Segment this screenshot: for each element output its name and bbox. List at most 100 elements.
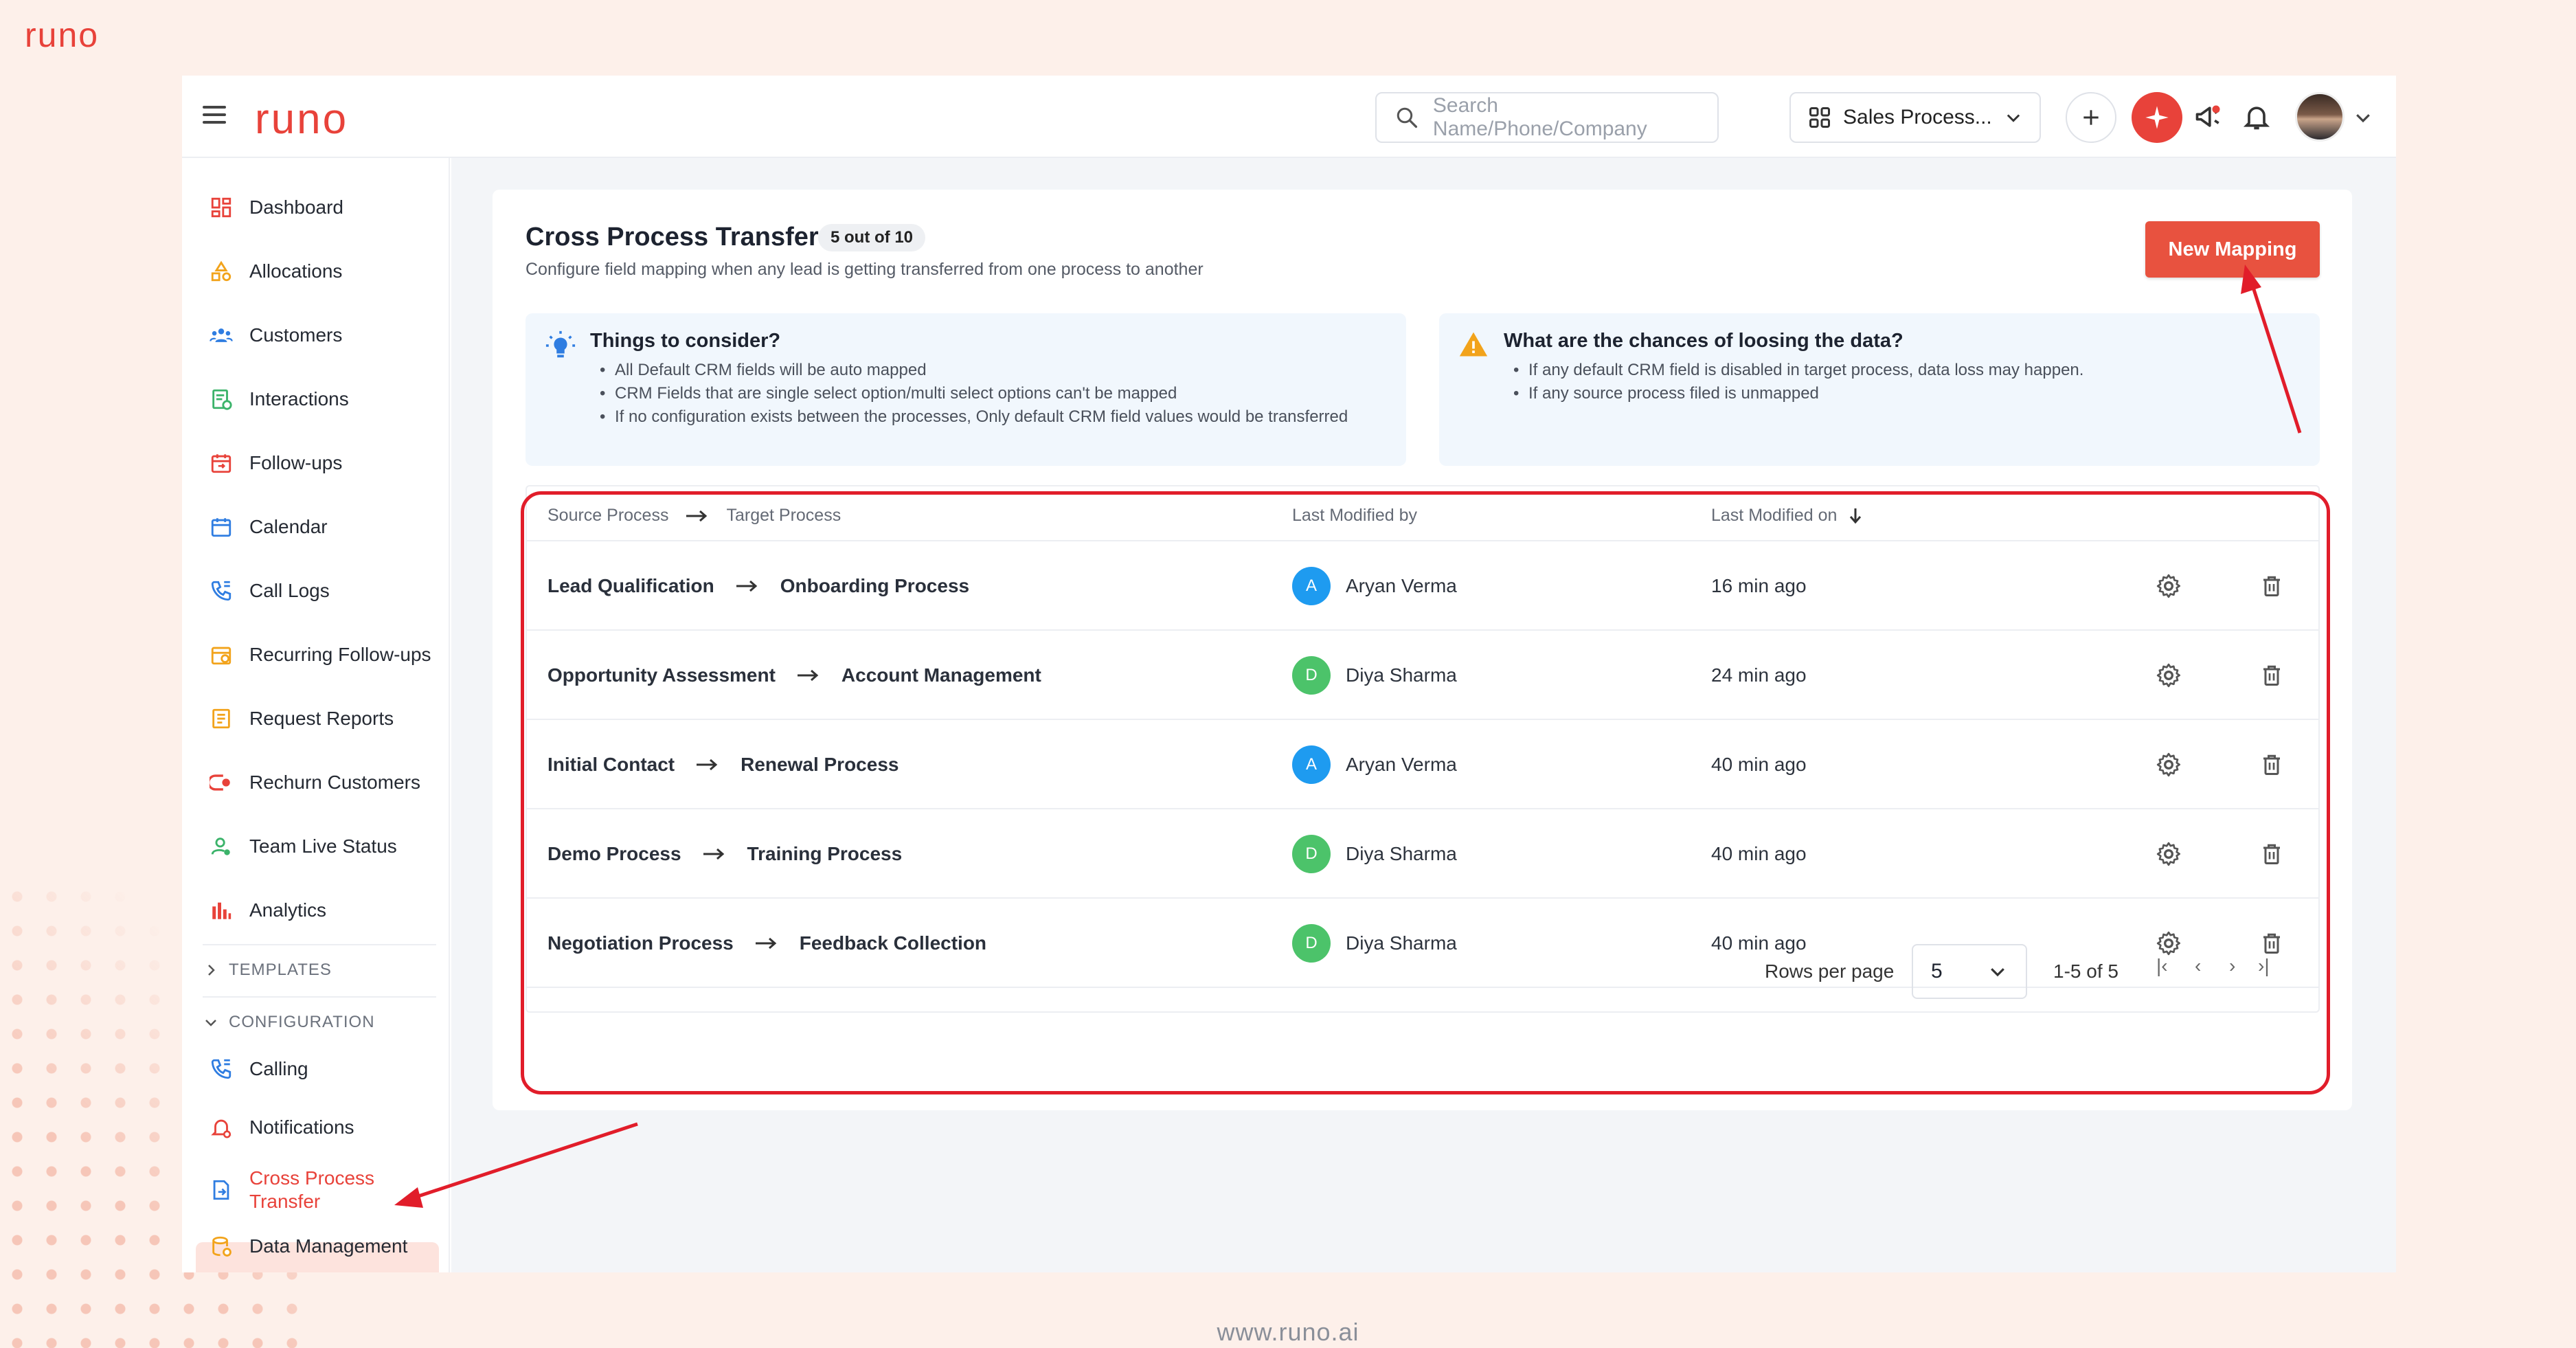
sidebar-item-label: Request Reports [249,708,394,729]
section-configuration[interactable]: CONFIGURATION [203,1013,375,1032]
target-process: Renewal Process [741,754,899,775]
arrow-right-icon [702,846,727,862]
sidebar-item-interactions[interactable]: Interactions [208,379,349,420]
last-page-button[interactable]: ›| [2258,955,2270,977]
gear-icon [2156,574,2180,598]
settings-button[interactable] [2155,720,2182,809]
team-status-icon [208,833,234,860]
process-selector[interactable]: Sales Process... [1789,92,2041,143]
ai-button[interactable] [2132,92,2182,143]
sidebar-item-rechurn[interactable]: Rechurn Customers [208,762,420,803]
header-target: Target Process [726,506,841,525]
add-button[interactable] [2066,92,2116,143]
sidebar-item-cross-process-transfer[interactable]: Cross Process Transfer [208,1161,374,1219]
sidebar-item-label: Calling [249,1058,308,1079]
sidebar-item-call-logs[interactable]: Call Logs [208,570,330,611]
gear-icon [2156,663,2180,688]
divider [203,944,436,945]
sidebar-item-label: Customers [249,324,343,346]
sidebar-item-customers[interactable]: Customers [208,315,342,356]
delete-button[interactable] [2259,720,2284,809]
modified-time: 16 min ago [1711,575,1807,596]
data-icon [208,1233,234,1259]
info-point: All Default CRM fields will be auto mapp… [600,359,1376,382]
sidebar: Dashboard Allocations Customers Interact… [182,158,450,1272]
sidebar-item-calendar[interactable]: Calendar [208,506,328,548]
page-subtitle: Configure field mapping when any lead is… [526,260,1204,279]
info-card-considerations: Things to consider? All Default CRM fiel… [526,313,1406,466]
user-name: Diya Sharma [1346,843,1457,864]
table-row[interactable]: Demo Process Training Process D Diya Sharma… [527,809,2318,899]
sidebar-item-analytics[interactable]: Analytics [208,890,326,931]
modified-by-cell: A Aryan Verma [1292,541,1457,631]
sidebar-item-followups[interactable]: Follow-ups [208,442,342,484]
sort-arrow-down-icon[interactable] [1848,506,1863,526]
sidebar-item-label: Notifications [249,1116,354,1138]
transfer-icon [208,1177,234,1203]
info-title: Things to consider? [590,330,781,352]
rows-per-page-select[interactable]: 5 [1912,944,2027,999]
header-source-target: Source Process Target Process [547,506,841,526]
prev-page-button[interactable]: ‹ [2195,955,2201,977]
sidebar-item-request-reports[interactable]: Request Reports [208,698,394,739]
info-point: If no configuration exists between the p… [600,405,1376,429]
outer-logo: runo [25,16,100,54]
sidebar-item-dashboard[interactable]: Dashboard [208,187,343,228]
table-row[interactable]: Initial Contact Renewal Process A Aryan Ver… [527,720,2318,809]
sidebar-item-team-status[interactable]: Team Live Status [208,826,397,867]
settings-button[interactable] [2155,809,2182,899]
source-process: Initial Contact [547,754,675,775]
source-process: Lead Qualification [547,575,714,596]
followups-icon [208,450,234,476]
top-bar: runo Search Name/Phone/Company Sales Pro… [182,76,2396,158]
arrow-right-icon [796,668,821,683]
sidebar-item-allocations[interactable]: Allocations [208,251,342,292]
header-source: Source Process [547,506,669,525]
new-mapping-button[interactable]: New Mapping [2145,221,2320,278]
sidebar-item-label: Recurring Follow-ups [249,644,431,665]
modified-time: 24 min ago [1711,664,1807,686]
search-input[interactable]: Search Name/Phone/Company [1375,92,1719,143]
customers-icon [208,322,234,348]
arrow-right-icon [695,757,720,772]
next-page-button[interactable]: › [2229,955,2235,977]
table-row[interactable]: Opportunity Assessment Account Management… [527,631,2318,720]
section-templates[interactable]: TEMPLATES [203,961,332,980]
trash-icon [2263,754,2280,775]
user-name: Aryan Verma [1346,754,1457,775]
user-avatar: A [1292,745,1331,784]
sidebar-item-recurring[interactable]: Recurring Follow-ups [208,634,431,675]
delete-button[interactable] [2259,809,2284,899]
calendar-icon [208,514,234,540]
info-title: What are the chances of loosing the data… [1504,330,1903,352]
menu-icon[interactable] [203,106,226,124]
header-modified-on[interactable]: Last Modified on [1711,506,1863,526]
gear-icon [2156,842,2180,866]
interactions-icon [208,386,234,412]
delete-button[interactable] [2259,631,2284,720]
section-label: TEMPLATES [229,961,332,979]
settings-button[interactable] [2155,631,2182,720]
gear-icon [2156,752,2180,777]
app-logo[interactable]: runo [255,95,348,144]
sidebar-item-label: Analytics [249,899,327,921]
sidebar-item-label: Interactions [249,388,349,409]
sidebar-item-data-management[interactable]: Data Management [208,1226,407,1267]
user-name: Aryan Verma [1346,575,1457,596]
first-page-button[interactable]: |‹ [2156,955,2168,977]
sidebar-item-calling[interactable]: Calling [208,1048,308,1090]
bell-icon[interactable] [2241,102,2272,132]
chevron-down-icon[interactable] [2353,107,2373,128]
source-process: Demo Process [547,843,681,864]
modified-on-cell: 16 min ago [1711,541,1807,631]
avatar[interactable] [2295,92,2345,142]
settings-button[interactable] [2155,541,2182,631]
trash-icon [2263,665,2280,686]
delete-button[interactable] [2259,541,2284,631]
sidebar-item-label: Calendar [249,516,328,537]
modified-time: 40 min ago [1711,843,1807,864]
source-target-cell: Demo Process Training Process [547,809,902,899]
sidebar-item-notifications[interactable]: Notifications [208,1107,354,1148]
megaphone-icon[interactable] [2193,102,2224,132]
table-row[interactable]: Lead Qualification Onboarding Process A Ary… [527,541,2318,631]
